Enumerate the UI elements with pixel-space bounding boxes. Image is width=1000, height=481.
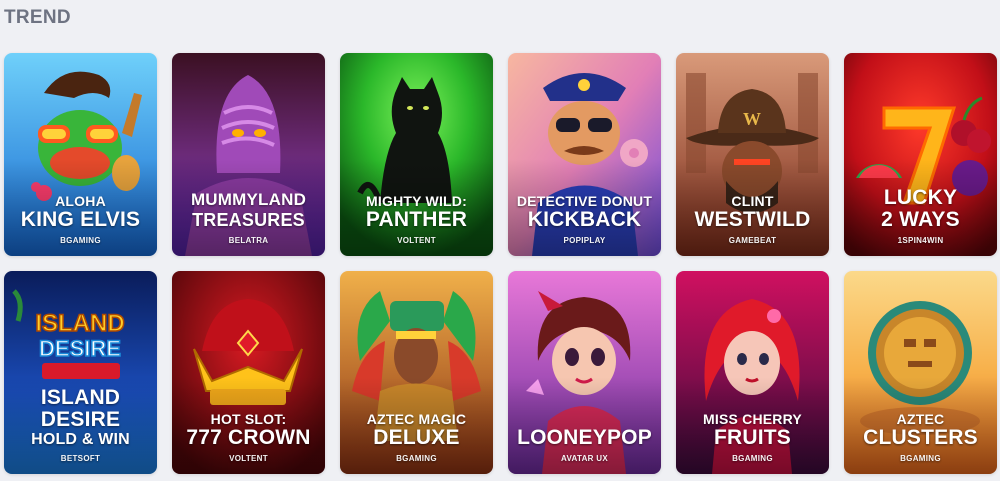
card-caption: AZTEC CLUSTERS BGAMING: [844, 411, 997, 464]
game-title: DELUXE: [373, 426, 460, 449]
game-subtitle: LUCKY: [883, 186, 958, 209]
game-subtitle: ISLAND: [40, 386, 121, 409]
game-provider: VOLTENT: [229, 454, 268, 463]
game-card-hot-slot-777-crown[interactable]: HOT SLOT: 777 CROWN VOLTENT: [172, 271, 325, 474]
game-card-mighty-wild-panther[interactable]: MIGHTY WILD: PANTHER VOLTENT: [340, 53, 493, 256]
game-subtitle: MISS CHERRY: [703, 411, 802, 427]
game-card-mummyland-treasures[interactable]: MUMMYLAND TREASURES BELATRA: [172, 53, 325, 256]
game-title: FRUITS: [713, 426, 792, 449]
game-title: 2 WAYS: [881, 208, 960, 231]
svg-text:ISLAND: ISLAND: [35, 310, 124, 337]
card-caption: ALOHA KING ELVIS BGAMING: [4, 193, 157, 246]
game-card-looneypop[interactable]: LOONEYPOP AVATAR UX: [508, 271, 661, 474]
game-provider: BGAMING: [732, 454, 773, 463]
game-title: LOONEYPOP: [517, 426, 652, 449]
game-tagline: HOLD & WIN: [31, 431, 130, 448]
game-provider: BGAMING: [900, 454, 941, 463]
card-caption: HOT SLOT: 777 CROWN VOLTENT: [172, 411, 325, 464]
game-provider: GAMEBEAT: [728, 236, 777, 245]
game-provider: BETSOFT: [60, 454, 101, 463]
game-provider: BGAMING: [396, 454, 437, 463]
game-provider: 1SPIN4WIN: [897, 236, 944, 245]
svg-text:W: W: [743, 109, 761, 129]
game-title: WESTWILD: [694, 208, 811, 231]
game-subtitle: ALOHA: [55, 193, 106, 209]
game-title: CLUSTERS: [863, 426, 978, 449]
game-card-aztec-magic-deluxe[interactable]: AZTEC MAGIC DELUXE BGAMING: [340, 271, 493, 474]
card-caption: ISLAND DESIRE HOLD & WIN BETSOFT: [4, 386, 157, 464]
game-subtitle: HOT SLOT:: [210, 411, 287, 427]
card-caption: MIGHTY WILD: PANTHER VOLTENT: [340, 193, 493, 246]
game-subtitle: AZTEC MAGIC: [366, 411, 467, 427]
game-grid: ALOHA KING ELVIS BGAMING MUMMYLAND TREAS…: [4, 53, 997, 474]
game-subtitle: DETECTIVE DONUT: [516, 193, 653, 209]
game-card-clint-westwild[interactable]: W CLINT WESTWILD GAMEBEAT: [676, 53, 829, 256]
game-subtitle: AZTEC: [896, 411, 945, 427]
game-provider: AVATAR UX: [561, 454, 608, 463]
card-caption: MISS CHERRY FRUITS BGAMING: [676, 411, 829, 464]
game-provider: BELATRA: [228, 236, 269, 245]
card-caption: MUMMYLAND TREASURES BELATRA: [172, 190, 325, 245]
game-card-aloha-king-elvis[interactable]: ALOHA KING ELVIS BGAMING: [4, 53, 157, 256]
game-title: DESIRE: [40, 408, 121, 431]
game-provider: POPIPLAY: [563, 236, 606, 245]
section-title: TREND: [4, 7, 71, 28]
game-provider: BGAMING: [60, 236, 101, 245]
game-title: PANTHER: [365, 208, 468, 231]
card-caption: DETECTIVE DONUT KICKBACK POPIPLAY: [508, 193, 661, 246]
game-card-island-desire[interactable]: ISLAND DESIRE ISLAND DESIRE HOLD & WIN B…: [4, 271, 157, 474]
game-card-miss-cherry-fruits[interactable]: MISS CHERRY FRUITS BGAMING: [676, 271, 829, 474]
game-title: KING ELVIS: [20, 208, 141, 231]
svg-text:DESIRE: DESIRE: [39, 336, 121, 361]
game-title: 777 CROWN: [186, 426, 311, 449]
game-card-detective-donut-kickback[interactable]: DETECTIVE DONUT KICKBACK POPIPLAY: [508, 53, 661, 256]
card-caption: LOONEYPOP AVATAR UX: [508, 426, 661, 464]
game-provider: VOLTENT: [397, 236, 436, 245]
game-card-lucky-2-ways[interactable]: LUCKY 2 WAYS 1SPIN4WIN: [844, 53, 997, 256]
game-subtitle: CLINT: [731, 193, 774, 209]
game-subtitle: MIGHTY WILD:: [366, 193, 467, 209]
card-caption: CLINT WESTWILD GAMEBEAT: [676, 193, 829, 246]
game-title: KICKBACK: [527, 208, 642, 231]
card-caption: AZTEC MAGIC DELUXE BGAMING: [340, 411, 493, 464]
game-subtitle: MUMMYLAND: [190, 190, 307, 209]
game-title: TREASURES: [192, 210, 305, 230]
game-card-aztec-clusters[interactable]: AZTEC CLUSTERS BGAMING: [844, 271, 997, 474]
card-caption: LUCKY 2 WAYS 1SPIN4WIN: [844, 186, 997, 246]
